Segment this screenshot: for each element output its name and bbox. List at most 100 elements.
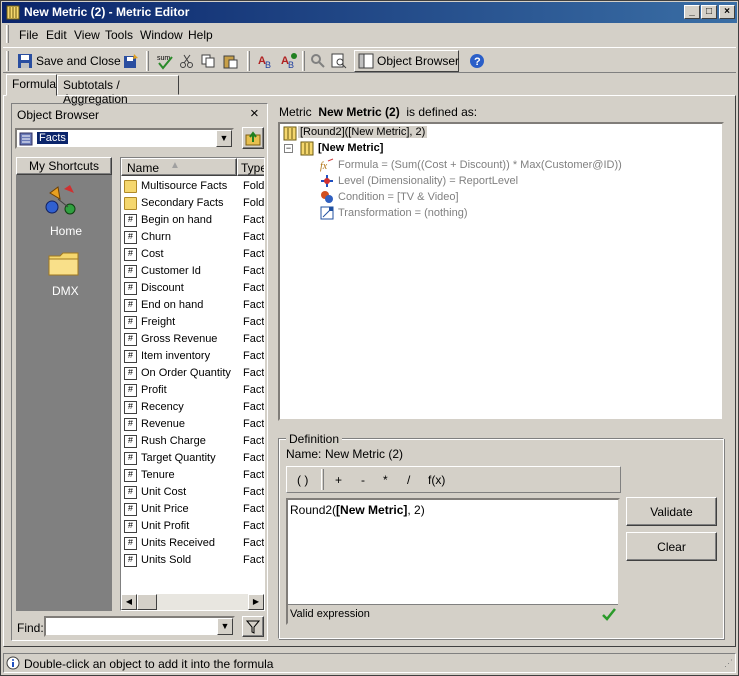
column-header-type[interactable]: Type [237, 158, 264, 176]
sum-check-icon[interactable]: sum [156, 52, 174, 70]
folder-icon[interactable] [48, 251, 80, 277]
close-window-button[interactable]: × [719, 5, 735, 19]
help-icon[interactable]: ? [468, 52, 486, 70]
minimize-button[interactable]: _ [684, 5, 700, 19]
save-close-button[interactable]: Save and Close [36, 54, 121, 68]
condition-icon [321, 191, 333, 203]
preview-icon[interactable] [330, 52, 348, 70]
folder-dropdown[interactable]: Facts ▼ [15, 128, 234, 149]
shortcut-dmx-label[interactable]: DMX [52, 284, 79, 298]
filter-button[interactable] [242, 616, 264, 637]
list-item[interactable]: # Revenue Fact [123, 416, 264, 433]
list-item-name: Customer Id [141, 265, 201, 277]
tab-formula[interactable]: Formula [6, 74, 57, 96]
find-icon[interactable] [309, 52, 327, 70]
tree-root[interactable]: [Round2]([New Metric], 2) [298, 126, 428, 138]
list-item[interactable]: Secondary Facts Folde [123, 195, 265, 212]
list-item[interactable]: # Units Sold Fact [123, 552, 264, 569]
list-item[interactable]: # Profit Fact [123, 382, 264, 399]
list-item[interactable]: # Churn Fact [123, 229, 264, 246]
menu-help[interactable]: Help [188, 28, 213, 42]
operator-divide[interactable]: / [407, 473, 410, 487]
menu-edit[interactable]: Edit [46, 28, 67, 42]
metric-icon [283, 126, 297, 141]
save-icon[interactable] [16, 52, 34, 70]
list-item[interactable]: # Target Quantity Fact [123, 450, 264, 467]
tree-formula[interactable]: Formula = (Sum((Cost + Discount)) * Max(… [338, 159, 622, 171]
home-shapes-icon[interactable] [40, 185, 84, 219]
find-input[interactable]: ▼ [44, 616, 235, 637]
list-item[interactable]: # Item inventory Fact [123, 348, 264, 365]
spell-icon[interactable]: AB [280, 52, 298, 70]
menu-view[interactable]: View [74, 28, 100, 42]
menu-grip [6, 25, 9, 43]
list-item[interactable]: # End on hand Fact [123, 297, 264, 314]
tree-child[interactable]: [New Metric] [318, 142, 383, 154]
list-item[interactable]: # Rush Charge Fact [123, 433, 265, 450]
operator-function[interactable]: f(x) [428, 473, 445, 487]
check-syntax-icon[interactable]: AB [257, 52, 275, 70]
list-item-name: Units Received [141, 537, 215, 549]
chevron-down-icon[interactable]: ▼ [217, 618, 233, 635]
find-label: Find: [17, 621, 44, 635]
list-item-name: Multisource Facts [141, 180, 228, 192]
list-item-type: Folde [243, 197, 265, 209]
fact-icon: # [124, 265, 137, 278]
resize-grip-icon[interactable]: ⋰ [724, 658, 733, 669]
tab-subtotals-aggregation[interactable]: Subtotals / Aggregation [57, 75, 179, 106]
list-item[interactable]: # Begin on hand Fact [123, 212, 264, 229]
list-item[interactable]: # Unit Price Fact [123, 501, 264, 518]
folder-dropdown-value: Facts [37, 132, 68, 144]
up-folder-button[interactable] [242, 127, 264, 149]
scroll-right-icon[interactable]: ▶ [248, 594, 264, 610]
list-item[interactable]: # Customer Id Fact [123, 263, 264, 280]
horizontal-scrollbar[interactable]: ◀ ▶ [121, 594, 264, 610]
tree-transformation[interactable]: Transformation = (nothing) [338, 207, 468, 219]
list-item[interactable]: Multisource Facts Folde [123, 178, 264, 195]
operator-parens[interactable]: ( ) [297, 473, 308, 487]
list-item-name: Begin on hand [141, 214, 212, 226]
object-browser-button[interactable]: Object Browser [354, 50, 459, 72]
list-item[interactable]: # Recency Fact [123, 399, 264, 416]
menu-window[interactable]: Window [140, 28, 183, 42]
list-item[interactable]: # Tenure Fact [123, 467, 264, 484]
svg-text:fx: fx [320, 161, 328, 172]
list-item[interactable]: # Freight Fact [123, 314, 264, 331]
list-item[interactable]: # Unit Profit Fact [123, 518, 264, 535]
paste-icon[interactable] [221, 52, 239, 70]
list-item-type: Fact [243, 435, 265, 447]
operator-minus[interactable]: - [361, 473, 365, 487]
list-item[interactable]: # On Order Quantity Fact [123, 365, 264, 382]
tree-expander[interactable]: − [284, 144, 293, 153]
menu-file[interactable]: File [19, 28, 38, 42]
fact-icon: # [124, 486, 137, 499]
clear-button[interactable]: Clear [626, 532, 717, 561]
list-item[interactable]: # Units Received Fact [123, 535, 264, 552]
validate-button[interactable]: Validate [626, 497, 717, 526]
list-item[interactable]: # Unit Cost Fact [123, 484, 264, 501]
operator-plus[interactable]: + [335, 473, 342, 487]
tree-level[interactable]: Level (Dimensionality) = ReportLevel [338, 175, 518, 187]
tree-condition[interactable]: Condition = [TV & Video] [338, 191, 459, 203]
maximize-button[interactable]: □ [701, 5, 717, 19]
fact-icon: # [124, 231, 137, 244]
list-item[interactable]: # Cost Fact [123, 246, 264, 263]
menu-tools[interactable]: Tools [105, 28, 133, 42]
toolbar-separator [302, 51, 305, 71]
menu-bar: File Edit View Tools Window Help [3, 25, 736, 45]
shortcut-home-label[interactable]: Home [50, 224, 82, 238]
chevron-down-icon[interactable]: ▼ [216, 130, 232, 147]
scroll-left-icon[interactable]: ◀ [121, 594, 137, 610]
save-as-icon[interactable] [122, 52, 140, 70]
fact-icon: # [124, 554, 137, 567]
my-shortcuts-header[interactable]: My Shortcuts [16, 157, 112, 175]
copy-icon[interactable] [199, 52, 217, 70]
scroll-thumb[interactable] [137, 594, 157, 610]
object-browser-close-button[interactable]: × [250, 105, 259, 122]
cut-icon[interactable] [178, 52, 196, 70]
operator-multiply[interactable]: * [383, 473, 388, 487]
list-item[interactable]: # Gross Revenue Fact [123, 331, 264, 348]
list-item[interactable]: # Discount Fact [123, 280, 264, 297]
formula-editor[interactable]: Round2([New Metric], 2) Valid expression [286, 498, 620, 625]
column-header-name[interactable]: Name ▲ [121, 158, 237, 176]
